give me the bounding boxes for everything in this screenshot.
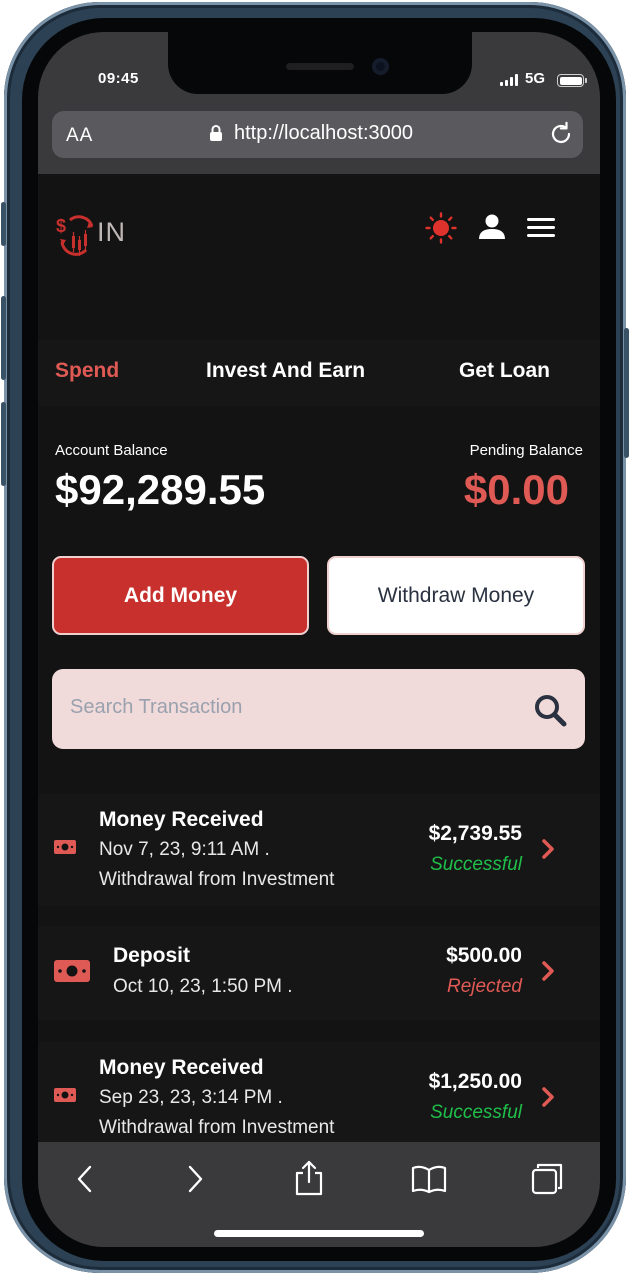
withdraw-money-button[interactable]: Withdraw Money (327, 556, 585, 635)
phone-frame: 09:45 5G AA http://localhost:3000 $ IN S… (1, 2, 629, 1273)
back-icon[interactable] (75, 1164, 95, 1194)
transaction-description: Withdrawal from Investment (99, 1117, 335, 1138)
signal-strength-icon (500, 74, 518, 86)
transaction-date: Oct 10, 23, 1:50 PM . (113, 976, 293, 997)
pending-balance-value: $0.00 (463, 466, 569, 513)
banknote-icon (54, 840, 76, 854)
transaction-row[interactable]: Money Received Sep 23, 23, 3:14 PM . Wit… (38, 1042, 600, 1142)
add-money-button[interactable]: Add Money (52, 556, 309, 635)
search-transaction-field[interactable]: Search Transaction (52, 669, 585, 749)
transaction-status: Successful (430, 1102, 522, 1123)
banknote-icon (54, 1088, 76, 1102)
transaction-title: Money Received (99, 808, 264, 831)
earpiece-speaker (286, 63, 354, 70)
tab-invest-and-earn[interactable]: Invest And Earn (206, 359, 365, 383)
bookmarks-icon[interactable] (411, 1164, 447, 1194)
user-icon[interactable] (478, 214, 506, 240)
banknote-icon (54, 960, 90, 982)
share-icon[interactable] (293, 1160, 325, 1196)
lock-icon (210, 125, 222, 141)
chevron-right-icon[interactable] (541, 960, 555, 982)
transaction-title: Deposit (113, 944, 191, 967)
hamburger-menu-icon[interactable] (527, 218, 555, 238)
transaction-amount: $2,739.55 (428, 822, 522, 845)
app-header: $ IN (38, 174, 600, 280)
status-time: 09:45 (98, 70, 139, 87)
search-input[interactable]: Search Transaction (70, 696, 242, 719)
mute-switch (1, 202, 6, 246)
chevron-right-icon[interactable] (541, 838, 555, 860)
transaction-date: Sep 23, 23, 3:14 PM . (99, 1087, 283, 1108)
phone-bezel: 09:45 5G AA http://localhost:3000 $ IN S… (22, 18, 616, 1261)
tab-bar: Spend Invest And Earn Get Loan (38, 340, 600, 406)
transaction-amount: $500.00 (446, 944, 522, 967)
address-bar[interactable]: AA http://localhost:3000 (52, 111, 583, 158)
browser-address-area: AA http://localhost:3000 (38, 110, 600, 174)
transaction-row[interactable]: Deposit Oct 10, 23, 1:50 PM . $500.00 Re… (38, 926, 600, 1020)
text-size-label: AA (66, 125, 94, 146)
logo-text: IN (97, 217, 126, 247)
transaction-date: Nov 7, 23, 9:11 AM . (99, 839, 270, 860)
volume-down-button (1, 402, 6, 486)
transaction-status: Rejected (447, 976, 522, 997)
chevron-right-icon[interactable] (541, 1086, 555, 1108)
sun-icon[interactable] (425, 212, 457, 244)
transaction-status: Successful (430, 854, 522, 875)
tab-spend[interactable]: Spend (55, 359, 119, 383)
status-bar: 09:45 5G (38, 32, 600, 110)
network-type: 5G (525, 70, 546, 87)
svg-text:$: $ (56, 216, 66, 236)
transaction-description: Withdrawal from Investment (99, 869, 335, 890)
transaction-amount: $1,250.00 (428, 1070, 522, 1093)
pending-balance-label: Pending Balance (469, 442, 583, 459)
phone-screen: 09:45 5G AA http://localhost:3000 $ IN S… (38, 32, 600, 1247)
account-balance-value: $92,289.55 (55, 466, 266, 513)
notch (168, 32, 472, 94)
forward-icon[interactable] (185, 1164, 205, 1194)
front-camera (372, 58, 389, 75)
home-indicator (214, 1230, 424, 1237)
transaction-row[interactable]: Money Received Nov 7, 23, 9:11 AM . With… (38, 794, 600, 906)
browser-toolbar (38, 1142, 600, 1247)
volume-up-button (1, 296, 6, 380)
power-button (624, 328, 629, 458)
url-text[interactable]: http://localhost:3000 (234, 122, 413, 145)
account-balance-label: Account Balance (55, 442, 168, 459)
battery-icon (557, 74, 587, 87)
coin-exchange-logo[interactable]: $ (56, 212, 98, 260)
search-icon[interactable] (533, 693, 567, 727)
web-content: $ IN Spend Invest And Earn Get Loan Acco… (38, 174, 600, 1142)
transaction-title: Money Received (99, 1056, 264, 1079)
tab-get-loan[interactable]: Get Loan (459, 359, 550, 383)
tabs-icon[interactable] (530, 1162, 564, 1196)
text-size-button[interactable]: AA (66, 125, 93, 147)
reload-icon[interactable] (548, 121, 574, 147)
